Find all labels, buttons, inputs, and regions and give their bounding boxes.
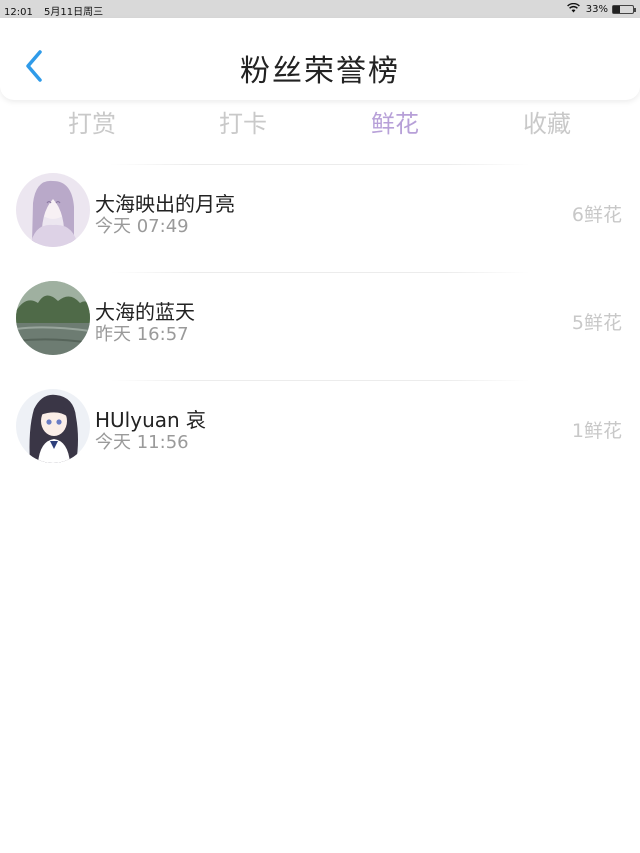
list-item[interactable]: 大海映出的月亮 今天 07:49 6鲜花 bbox=[0, 164, 640, 272]
status-time: 12:01 bbox=[4, 7, 33, 18]
flower-count: 6鲜花 bbox=[571, 204, 622, 226]
tab-daka[interactable]: 打卡 bbox=[203, 104, 283, 139]
divider bbox=[110, 164, 530, 165]
flower-count: 1鲜花 bbox=[571, 420, 622, 442]
tab-shoucang[interactable]: 收藏 bbox=[507, 104, 587, 139]
list-item[interactable]: 大海的蓝天 昨天 16:57 5鲜花 bbox=[0, 272, 640, 380]
divider bbox=[110, 272, 530, 273]
divider bbox=[110, 380, 530, 381]
status-date: 5月11日周三 bbox=[44, 7, 104, 18]
tab-bar: 打赏 打卡 鲜花 收藏 bbox=[0, 100, 640, 142]
page-title: 粉丝荣誉榜 bbox=[240, 54, 400, 89]
fan-time: 今天 11:56 bbox=[95, 432, 189, 453]
tab-xianhua[interactable]: 鲜花 bbox=[355, 104, 435, 139]
flower-count: 5鲜花 bbox=[571, 312, 622, 334]
status-bar: 12:01 5月11日周三 33% bbox=[0, 0, 640, 18]
list-item[interactable]: HUlyuan 哀 今天 11:56 1鲜花 bbox=[0, 380, 640, 488]
status-right: 33% bbox=[566, 2, 636, 16]
avatar[interactable] bbox=[16, 281, 90, 355]
fan-time: 今天 07:49 bbox=[95, 216, 189, 237]
battery-percent: 33% bbox=[585, 4, 608, 15]
header: 粉丝荣誉榜 bbox=[0, 18, 640, 100]
fan-time: 昨天 16:57 bbox=[95, 324, 189, 345]
avatar[interactable] bbox=[16, 173, 90, 247]
battery-icon bbox=[612, 5, 636, 14]
status-left: 12:01 5月11日周三 bbox=[4, 3, 111, 18]
avatar[interactable] bbox=[16, 389, 90, 463]
battery-fill bbox=[613, 6, 620, 13]
wifi-icon bbox=[566, 2, 580, 16]
tab-dashang[interactable]: 打赏 bbox=[52, 104, 132, 139]
